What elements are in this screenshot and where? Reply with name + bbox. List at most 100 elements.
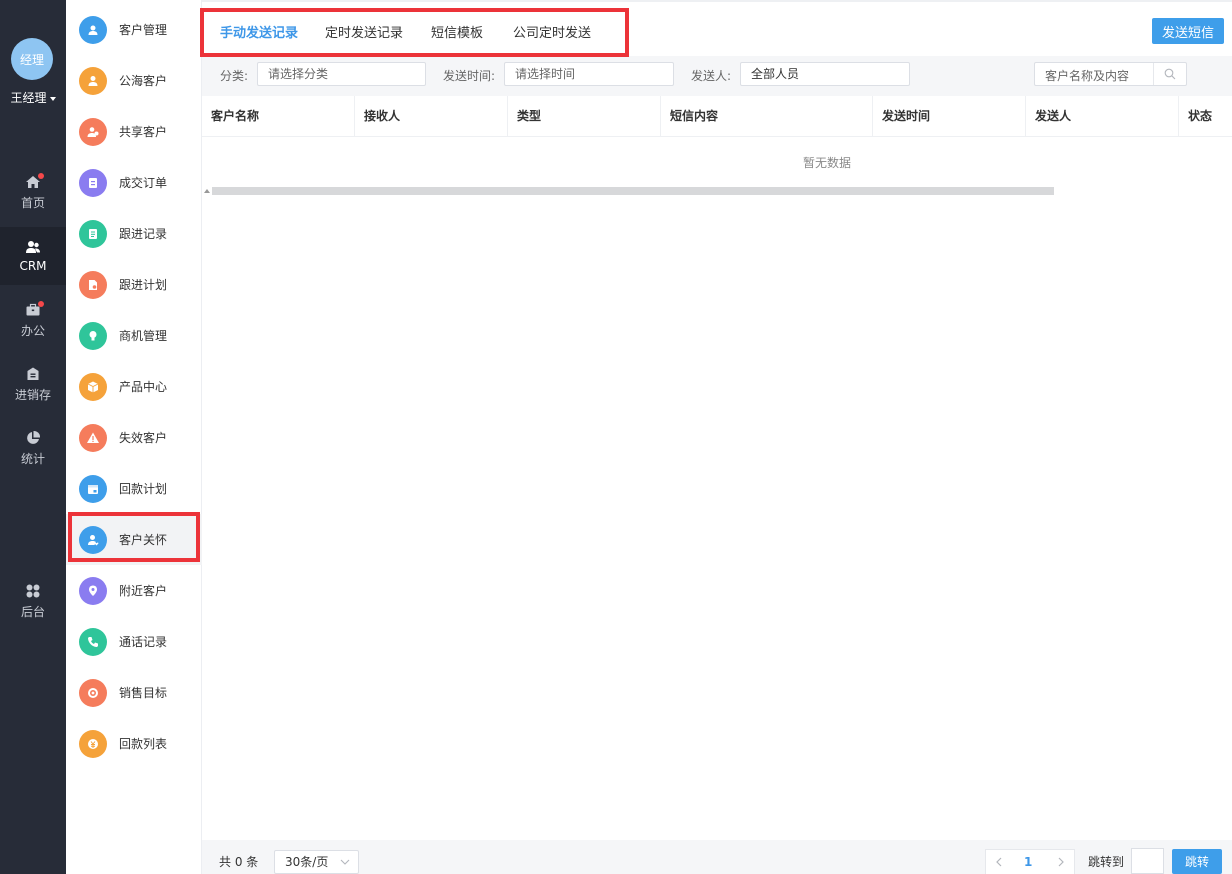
crm-submenu: 客户管理 公海客户 共享客户 成交订单 跟进记录 跟进计划 商机管理 产品中心 … <box>66 0 202 874</box>
column-header: 类型 <box>508 96 661 137</box>
submenu-label: 共享客户 <box>119 125 168 139</box>
column-header: 客户名称 <box>202 96 355 137</box>
submenu-label: 回款列表 <box>119 737 168 751</box>
users-icon <box>26 241 40 253</box>
nav-item-home[interactable]: 首页 <box>0 163 66 221</box>
horizontal-scrollbar[interactable] <box>212 187 1054 195</box>
calendar-icon <box>88 484 98 494</box>
user-menu[interactable]: 王经理 <box>0 89 66 106</box>
submenu-item-customers[interactable]: 客户管理 <box>66 4 202 55</box>
main-content: 手动发送记录 定时发送记录 短信模板 公司定时发送 发送短信 分类: 请选择分类… <box>202 0 1232 874</box>
plan-icon <box>89 279 97 290</box>
submenu-label: 商机管理 <box>119 329 168 343</box>
pager: 1 <box>985 849 1075 874</box>
bulb-icon <box>89 330 97 340</box>
submenu-label: 失效客户 <box>119 431 168 445</box>
submenu-item-followup-plan[interactable]: 跟进计划 <box>66 259 202 310</box>
submenu-label: 产品中心 <box>119 380 168 394</box>
category-select[interactable]: 请选择分类 <box>257 62 426 86</box>
notification-dot <box>38 301 44 307</box>
nav-label: 办公 <box>20 323 45 338</box>
chevron-right-icon[interactable] <box>1054 855 1068 869</box>
goto-label: 跳转到 <box>1088 855 1125 869</box>
chevron-left-icon[interactable] <box>992 855 1006 869</box>
highlight-box-submenu <box>68 512 200 562</box>
inventory-icon <box>27 367 39 380</box>
submenu-label: 销售目标 <box>119 686 168 700</box>
target-icon <box>88 687 98 698</box>
submenu-label: 回款计划 <box>119 482 168 496</box>
highlight-box-tabs <box>200 8 629 57</box>
nav-label: 进销存 <box>14 387 51 402</box>
column-header: 接收人 <box>355 96 508 137</box>
send-sms-button[interactable]: 发送短信 <box>1152 18 1224 44</box>
nav-label: CRM <box>19 259 47 273</box>
table-header: 客户名称 接收人 类型 短信内容 发送时间 发送人 状态 <box>202 96 1232 137</box>
sender-select[interactable]: 全部人员 <box>740 62 910 86</box>
submenu-item-sales-target[interactable]: 销售目标 <box>66 667 202 718</box>
goto-page-input[interactable] <box>1131 848 1164 874</box>
pagination-bar: 共 0 条 30条/页 1 跳转到 跳转 <box>202 840 1232 874</box>
shared-customer-icon <box>87 126 99 137</box>
search-placeholder: 客户名称及内容 <box>1045 69 1130 83</box>
submenu-item-payment-plan[interactable]: 回款计划 <box>66 463 202 514</box>
filter-bar: 分类: 请选择分类 发送时间: 请选择时间 发送人: 全部人员 客户名称及内容 <box>202 56 1232 96</box>
apps-icon <box>26 584 40 597</box>
submenu-label: 附近客户 <box>119 584 168 598</box>
nav-item-admin[interactable]: 后台 <box>0 572 66 630</box>
order-icon <box>89 177 97 188</box>
notification-dot <box>38 173 44 179</box>
column-header: 发送时间 <box>873 96 1026 137</box>
avatar[interactable]: 经理 <box>11 38 53 80</box>
user-name: 王经理 <box>10 91 47 105</box>
submenu-label: 成交订单 <box>119 176 168 190</box>
goto-button[interactable]: 跳转 <box>1172 849 1222 874</box>
current-page[interactable]: 1 <box>1024 855 1032 869</box>
search-input[interactable]: 客户名称及内容 <box>1034 62 1187 86</box>
money-icon <box>88 738 98 749</box>
submenu-label: 公海客户 <box>119 74 168 88</box>
submenu-item-nearby-customers[interactable]: 附近客户 <box>66 565 202 616</box>
nav-label: 后台 <box>20 604 45 619</box>
scroll-left-arrow[interactable] <box>204 189 210 193</box>
column-header: 短信内容 <box>661 96 873 137</box>
submenu-item-shared-customers[interactable]: 共享客户 <box>66 106 202 157</box>
empty-text: 暂无数据 <box>802 156 851 170</box>
submenu-item-lost-customers[interactable]: 失效客户 <box>66 412 202 463</box>
total-count: 共 0 条 <box>219 855 259 869</box>
submenu-item-followup-records[interactable]: 跟进记录 <box>66 208 202 259</box>
submenu-item-opportunities[interactable]: 商机管理 <box>66 310 202 361</box>
nav-label: 首页 <box>20 195 45 210</box>
phone-icon <box>88 636 98 647</box>
submenu-item-payment-list[interactable]: 回款列表 <box>66 718 202 769</box>
submenu-item-call-records[interactable]: 通话记录 <box>66 616 202 667</box>
box-icon <box>87 381 99 392</box>
nav-item-crm[interactable]: CRM <box>0 227 66 285</box>
submenu-label: 跟进计划 <box>119 278 168 292</box>
column-header: 状态 <box>1188 109 1213 123</box>
record-icon <box>89 228 97 239</box>
send-time-label: 发送时间: <box>443 69 496 83</box>
customers-icon <box>88 25 98 35</box>
submenu-label: 客户管理 <box>119 23 168 37</box>
caret-down-icon <box>49 96 56 101</box>
nav-item-stats[interactable]: 统计 <box>0 419 66 477</box>
category-label: 分类: <box>220 69 249 83</box>
nav-label: 统计 <box>20 451 45 466</box>
empty-state-text: 暂无数据 <box>202 154 1232 171</box>
nav-item-inventory[interactable]: 进销存 <box>0 355 66 413</box>
search-icon[interactable] <box>1164 68 1176 80</box>
submenu-label: 跟进记录 <box>119 227 168 241</box>
submenu-item-products[interactable]: 产品中心 <box>66 361 202 412</box>
public-customer-icon <box>88 75 98 86</box>
submenu-label: 通话记录 <box>119 635 168 649</box>
nav-item-office[interactable]: 办公 <box>0 291 66 349</box>
search-divider <box>1153 63 1154 85</box>
sender-label: 发送人: <box>691 69 732 83</box>
send-time-picker[interactable]: 请选择时间 <box>504 62 674 86</box>
records-table: 客户名称 接收人 类型 短信内容 发送时间 发送人 状态 暂无数据 <box>202 96 1232 840</box>
page-size-select[interactable]: 30条/页 <box>274 850 359 874</box>
page-size-value: 30条/页 <box>285 855 329 869</box>
location-icon <box>89 585 97 596</box>
submenu-item-public-customers[interactable]: 公海客户 <box>66 55 202 106</box>
